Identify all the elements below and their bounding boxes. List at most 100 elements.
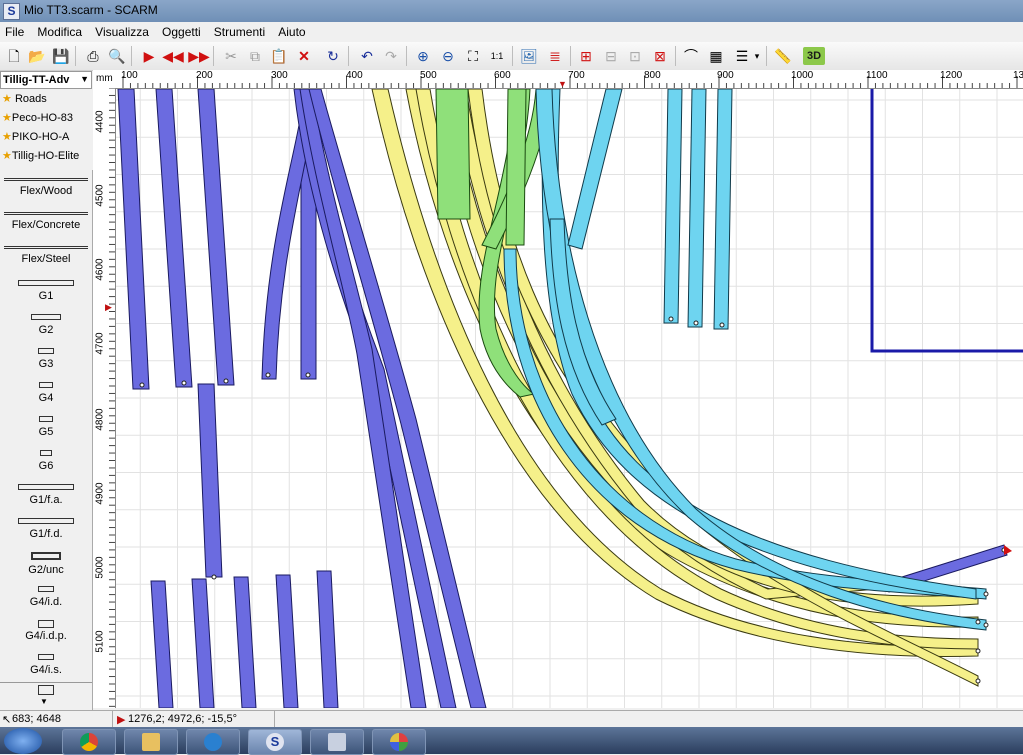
taskbar-scarm[interactable]: S <box>248 729 302 755</box>
print-icon[interactable]: ⎙ <box>82 45 104 67</box>
track-style-icon[interactable]: ☰ <box>731 45 753 67</box>
menu-strumenti[interactable]: Strumenti <box>209 22 270 42</box>
rewind-icon[interactable]: ◀◀ <box>162 45 184 67</box>
tunnel-icon[interactable]: ▦ <box>705 45 727 67</box>
bridge-icon[interactable]: ⌒ <box>680 45 702 67</box>
part-flex-concrete[interactable]: Flex/Concrete <box>0 212 92 231</box>
background-image-icon[interactable]: 🖼 <box>518 45 540 67</box>
title-bar: S Mio TT3.scarm - SCARM <box>0 0 1023 22</box>
track-segment[interactable] <box>541 89 977 600</box>
library-tab-piko[interactable]: ★PIKO-HO-A <box>0 130 92 149</box>
part-g1[interactable]: G1 <box>0 280 92 302</box>
track-segment[interactable] <box>275 574 299 708</box>
track-tool4-icon[interactable]: ⊠ <box>649 45 671 67</box>
library-tab-roads[interactable]: ★ Roads <box>0 92 92 111</box>
cut-icon[interactable]: ✂ <box>220 45 242 67</box>
menu-aiuto[interactable]: Aiuto <box>273 22 310 42</box>
straight-track-icon <box>31 314 61 320</box>
taskbar-chrome[interactable] <box>62 729 116 755</box>
save-icon[interactable]: 💾 <box>50 45 72 67</box>
menu-file[interactable]: File <box>0 22 29 42</box>
flex-track-icon <box>4 246 88 249</box>
board-outline <box>870 89 1023 353</box>
part-g1-fd[interactable]: G1/f.d. <box>0 518 92 540</box>
menu-modifica[interactable]: Modifica <box>32 22 87 42</box>
track-segment[interactable] <box>713 89 733 330</box>
taskbar-paint[interactable] <box>372 729 426 755</box>
redo-icon[interactable]: ↷ <box>380 45 402 67</box>
scarm-icon: S <box>266 733 284 751</box>
track-tool-icon[interactable]: ⊞ <box>575 45 597 67</box>
open-folder-icon[interactable]: 📂 <box>26 45 48 67</box>
scroll-down-icon[interactable]: ▼ <box>40 697 48 706</box>
track-tool2-icon[interactable]: ⊟ <box>600 45 622 67</box>
part-flex-steel[interactable]: Flex/Steel <box>0 246 92 265</box>
zoom-1-1-icon[interactable]: 1:1 <box>486 45 508 67</box>
track-segment[interactable] <box>155 89 193 388</box>
library-select-value: Tillig-TT-Adv <box>3 74 70 86</box>
forward-icon[interactable]: ▶▶ <box>188 45 210 67</box>
track-segment[interactable] <box>687 89 707 328</box>
delete-icon[interactable]: ✕ <box>293 45 315 67</box>
window-icon <box>328 733 346 751</box>
vertical-ruler-ticks <box>109 88 115 707</box>
track-segment[interactable] <box>316 570 339 708</box>
track-segment[interactable] <box>191 578 215 708</box>
3d-view-icon[interactable]: 3D <box>803 47 825 65</box>
part-flex-wood[interactable]: Flex/Wood <box>0 178 92 197</box>
menu-oggetti[interactable]: Oggetti <box>157 22 206 42</box>
ruler-label: 4900 <box>94 482 106 505</box>
ruler-label: 5000 <box>94 556 106 579</box>
track-plan[interactable] <box>116 89 1023 708</box>
undo-icon[interactable]: ↶ <box>356 45 378 67</box>
menu-bar: File Modifica Visualizza Oggetti Strumen… <box>0 22 1023 42</box>
rotate-icon[interactable]: ↻ <box>322 45 344 67</box>
taskbar-window[interactable] <box>310 729 364 755</box>
play-icon[interactable]: ▶ <box>138 45 160 67</box>
track-tool3-icon[interactable]: ⊡ <box>624 45 646 67</box>
track-segment[interactable] <box>663 89 683 324</box>
flex-track-icon <box>4 178 88 181</box>
window-title: Mio TT3.scarm - SCARM <box>24 3 158 17</box>
part-g4[interactable]: G4 <box>0 382 92 404</box>
part-g4-is[interactable]: G4/i.s. <box>0 654 92 676</box>
menu-visualizza[interactable]: Visualizza <box>90 22 154 42</box>
part-g2-unc[interactable]: G2/unc <box>0 552 92 576</box>
paste-icon[interactable]: 📋 <box>268 45 290 67</box>
track-segment[interactable] <box>233 576 257 708</box>
track-segment[interactable] <box>197 89 235 386</box>
track-segment[interactable] <box>150 580 174 708</box>
copy-icon[interactable]: ⧉ <box>244 45 266 67</box>
part-g6[interactable]: G6 <box>0 450 92 472</box>
paint-icon <box>390 733 408 751</box>
track-style-dropdown-icon[interactable]: ▾ <box>752 45 762 67</box>
taskbar-app[interactable] <box>186 729 240 755</box>
cyan-tracks[interactable] <box>503 89 987 631</box>
part-g1-fa[interactable]: G1/f.a. <box>0 484 92 506</box>
part-g4-idp[interactable]: G4/i.d.p. <box>0 620 92 642</box>
track-segment[interactable] <box>435 89 471 220</box>
library-select[interactable]: Tillig-TT-Adv ▼ <box>0 71 92 89</box>
zoom-in-icon[interactable]: ⊕ <box>412 45 434 67</box>
horizontal-ruler: mm 100 200 300 400 500 600 700 800 900 1… <box>93 70 1023 89</box>
track-segment[interactable] <box>117 89 150 390</box>
track-segment[interactable] <box>505 89 527 246</box>
library-tab-tillig-ho[interactable]: ★Tillig-HO-Elite <box>0 149 92 168</box>
track-segment[interactable] <box>567 89 623 250</box>
new-file-icon[interactable]: 🗋 <box>3 45 25 67</box>
layers-icon[interactable]: ≣ <box>544 45 566 67</box>
print-preview-icon[interactable]: 🔍 <box>106 45 128 67</box>
taskbar-explorer[interactable] <box>124 729 178 755</box>
part-g3[interactable]: G3 <box>0 348 92 370</box>
track-segment[interactable] <box>197 383 223 578</box>
measure-icon[interactable]: 📏 <box>772 45 794 67</box>
layout-canvas[interactable] <box>116 89 1023 708</box>
part-g2[interactable]: G2 <box>0 314 92 336</box>
part-g5[interactable]: G5 <box>0 416 92 438</box>
start-button[interactable] <box>4 728 42 754</box>
zoom-fit-icon[interactable]: ⛶ <box>462 45 484 67</box>
taskbar: S <box>0 727 1023 755</box>
part-g4-id[interactable]: G4/i.d. <box>0 586 92 608</box>
library-tab-peco[interactable]: ★Peco-HO-83 <box>0 111 92 130</box>
zoom-out-icon[interactable]: ⊖ <box>437 45 459 67</box>
